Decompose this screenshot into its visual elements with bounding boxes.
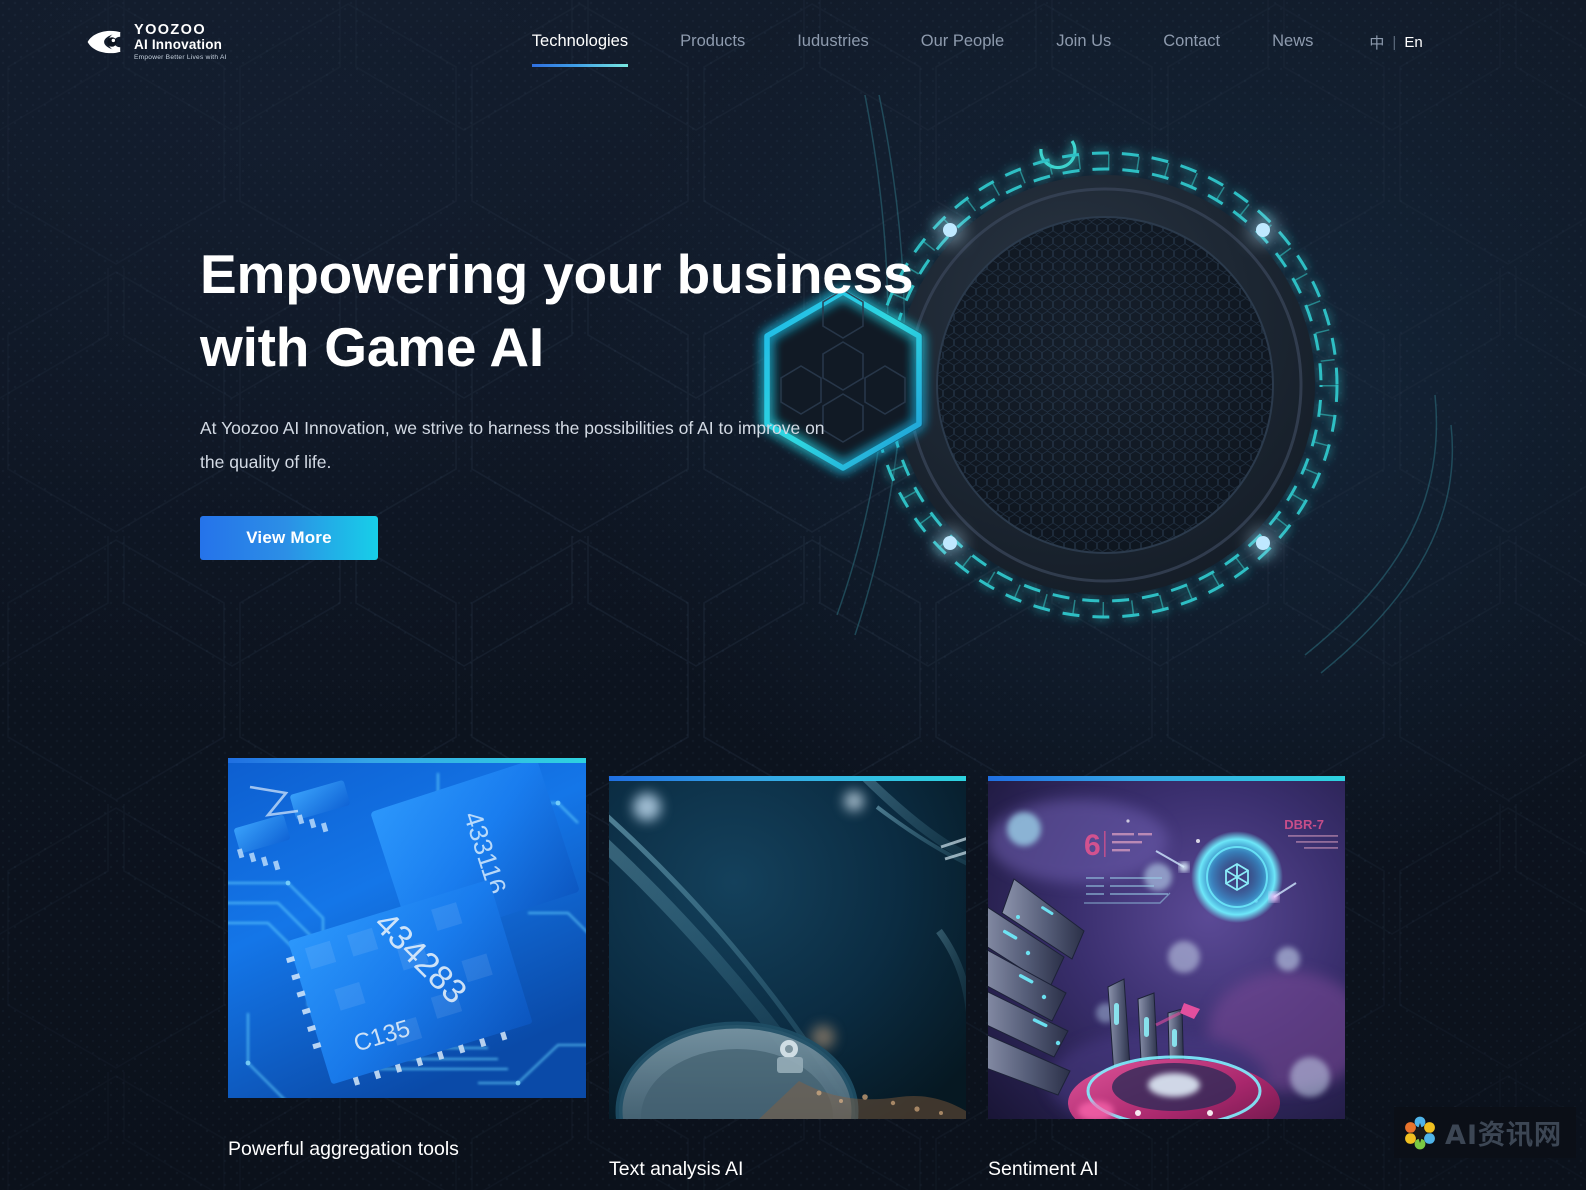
lang-option-zh[interactable]: 中 (1369, 32, 1384, 53)
hero-title-line-2: with Game AI (200, 316, 544, 379)
feature-cards: 433116 434283 C135 Powerful aggregation … (0, 0, 1586, 1190)
nav-item-contact[interactable]: Contact (1163, 6, 1220, 79)
lang-option-en-active[interactable]: En (1404, 34, 1422, 51)
site-watermark: AI资讯网 (1394, 1107, 1576, 1158)
site-header: YOOZOO AI Innovation Empower Better Live… (0, 0, 1586, 84)
watermark-text: AI资讯网 (1445, 1120, 1562, 1151)
eye-logo-icon (87, 30, 121, 54)
brand-subname: AI Innovation (134, 37, 223, 53)
nav-item-products[interactable]: Products (680, 6, 745, 79)
language-switcher: 中 | En (1369, 32, 1422, 53)
nav-item-news[interactable]: News (1272, 6, 1313, 79)
card-image-circuit-board: 433116 434283 C135 (228, 763, 586, 1098)
hero-section: Empowering your business with Game AI At… (200, 238, 920, 560)
brand-tagline: Empower Better Lives with AI (134, 53, 227, 61)
card-title-aggregation-tools: Powerful aggregation tools (228, 1138, 459, 1160)
feature-card-text-analysis[interactable]: Text analysis AI (609, 776, 966, 1180)
card-image-sci-fi-structure (609, 781, 966, 1119)
view-more-button[interactable]: View More (200, 515, 378, 560)
svg-text:6: 6 (1084, 829, 1101, 862)
card-title-text-analysis: Text analysis AI (609, 1158, 744, 1180)
brand-name: YOOZOO (134, 21, 207, 38)
nav-item-our-people[interactable]: Our People (921, 6, 1004, 79)
feature-card-sentiment-ai[interactable]: 6 DBR-7 Sentiment AI (988, 776, 1345, 1180)
feature-card-aggregation-tools[interactable]: 433116 434283 C135 Powerful aggregation … (228, 758, 586, 1160)
nav-item-technologies[interactable]: Technologies (531, 6, 629, 79)
lang-separator: | (1392, 33, 1397, 51)
hero-title-line-1: Empowering your business (200, 243, 914, 305)
brand-logo[interactable]: YOOZOO AI Innovation Empower Better Live… (85, 23, 227, 62)
svg-text:DBR-7: DBR-7 (1284, 817, 1324, 832)
portal-glow (1191, 831, 1283, 923)
nav-item-industries[interactable]: Iudustries (797, 6, 869, 79)
flower-pinwheel-icon (1405, 1116, 1435, 1149)
card-image-spaceship-portal: 6 DBR-7 (988, 781, 1345, 1119)
nav-item-join-us[interactable]: Join Us (1056, 6, 1111, 79)
hero-subtitle: At Yoozoo AI Innovation, we strive to ha… (200, 418, 825, 473)
hero-title: Empowering your business with Game AI (200, 238, 920, 384)
main-navigation: Technologies Products Iudustries Our Peo… (531, 6, 1423, 79)
card-title-sentiment-ai: Sentiment AI (988, 1158, 1099, 1180)
